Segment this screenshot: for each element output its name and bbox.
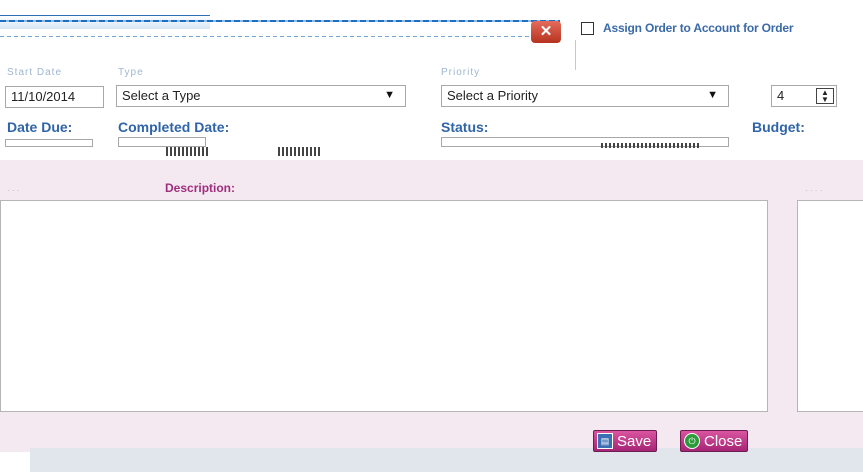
floppy-disk-icon: ▤ bbox=[597, 433, 613, 449]
type-label: Type bbox=[118, 67, 144, 78]
close-button[interactable]: ⏻ Close bbox=[680, 430, 749, 452]
left-panel-label: · · · bbox=[7, 186, 20, 195]
description-textarea[interactable] bbox=[0, 200, 768, 412]
start-date-field[interactable]: 11/10/2014 bbox=[5, 86, 104, 108]
spin-arrows-icon[interactable]: ▲ ▼ bbox=[816, 88, 834, 104]
priority-label: Priority bbox=[441, 67, 481, 78]
vertical-separator bbox=[575, 40, 576, 70]
glitch-bar bbox=[278, 147, 322, 156]
save-button[interactable]: ▤ Save bbox=[593, 430, 658, 452]
assign-order-checkbox[interactable] bbox=[581, 22, 594, 35]
type-select-value: Select a Type bbox=[122, 88, 201, 103]
number-stepper[interactable]: 4 ▲ ▼ bbox=[771, 85, 837, 107]
priority-select[interactable]: Select a Priority ▼ bbox=[441, 85, 729, 107]
side-panel-label: · · · · bbox=[805, 186, 823, 195]
close-button-label: Close bbox=[704, 432, 743, 450]
completed-date-label: Completed Date: bbox=[118, 119, 230, 135]
date-due-label: Date Due: bbox=[7, 119, 73, 135]
glitch-bar bbox=[166, 147, 210, 156]
side-textarea[interactable] bbox=[797, 200, 863, 412]
budget-label: Budget: bbox=[752, 119, 805, 135]
priority-select-value: Select a Priority bbox=[447, 88, 539, 103]
header-divider bbox=[0, 20, 560, 22]
description-label: Description: bbox=[165, 181, 236, 195]
close-window-button[interactable]: ✕ bbox=[531, 21, 561, 43]
status-label: Status: bbox=[441, 119, 489, 135]
type-select[interactable]: Select a Type ▼ bbox=[116, 85, 406, 107]
glitch-bar bbox=[601, 143, 701, 148]
power-icon: ⏻ bbox=[684, 433, 700, 449]
assign-order-label: Assign Order to Account for Order bbox=[603, 21, 794, 35]
start-date-label: Start Date bbox=[7, 67, 63, 78]
render-glitch-row bbox=[0, 141, 863, 159]
chevron-down-icon: ▼ bbox=[707, 89, 718, 101]
header-tab bbox=[0, 15, 210, 29]
header-divider-secondary bbox=[0, 36, 560, 37]
window-topbar: ✕ Assign Order to Account for Order bbox=[0, 0, 863, 70]
stepper-value: 4 bbox=[777, 88, 785, 103]
chevron-down-icon: ▼ bbox=[384, 89, 395, 101]
bottom-corner bbox=[0, 452, 30, 472]
save-button-label: Save bbox=[617, 432, 652, 450]
